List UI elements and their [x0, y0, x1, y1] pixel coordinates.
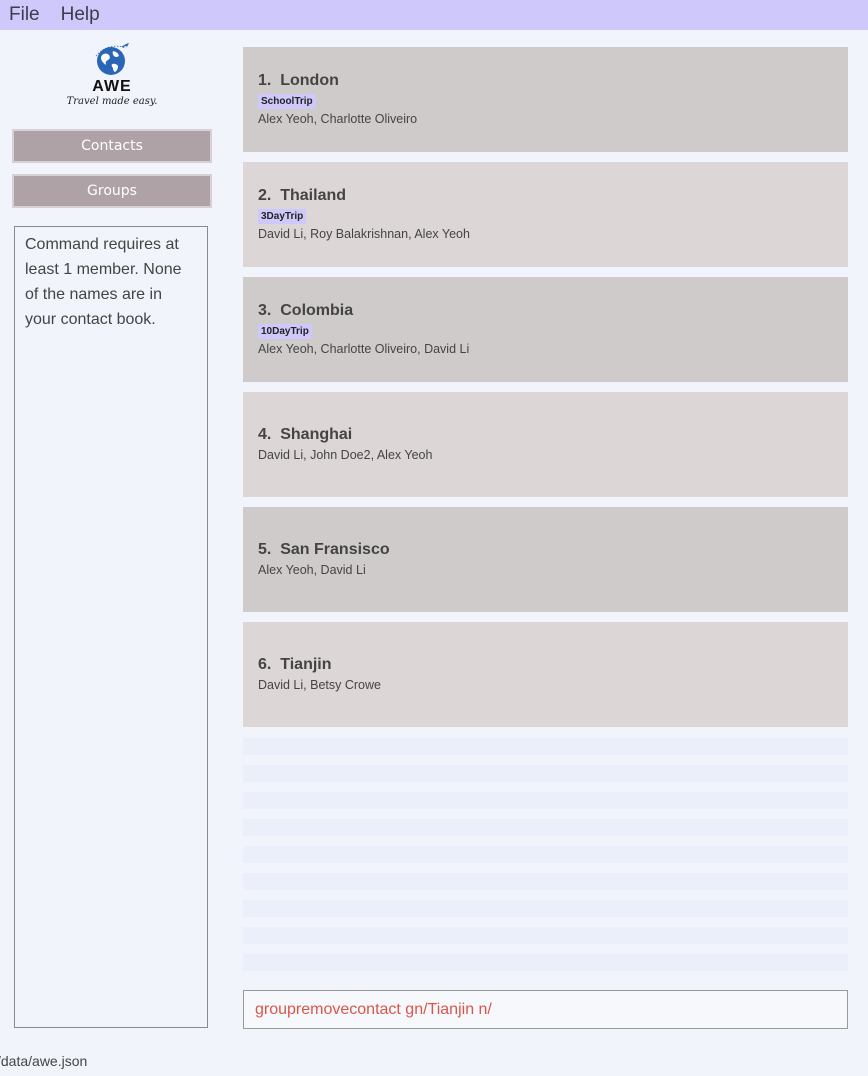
empty-list-row: [243, 792, 848, 809]
empty-list-row: [243, 900, 848, 917]
sidebar: AWE Travel made easy. Contacts Groups Co…: [0, 30, 230, 1046]
contacts-button[interactable]: Contacts: [12, 129, 212, 163]
group-tag: 3DayTrip: [258, 209, 307, 224]
empty-list-row: [243, 738, 848, 755]
save-location: /data/awe.json: [0, 1053, 88, 1069]
globe-airplane-icon: [95, 43, 129, 75]
group-card[interactable]: 3. Colombia 10DayTrip Alex Yeoh, Charlot…: [243, 277, 848, 382]
group-tag: 10DayTrip: [258, 324, 312, 339]
menu-help[interactable]: Help: [61, 1, 100, 29]
menu-file[interactable]: File: [9, 1, 40, 29]
empty-list-row: [243, 954, 848, 971]
menu-bar: File Help: [0, 0, 868, 30]
group-title: 1. London: [258, 72, 339, 89]
group-card[interactable]: 1. London SchoolTrip Alex Yeoh, Charlott…: [243, 47, 848, 152]
status-bar: /data/awe.json: [0, 1046, 868, 1076]
empty-list-row: [243, 819, 848, 836]
group-title: 3. Colombia: [258, 302, 354, 319]
result-display: Command requires at least 1 member. None…: [14, 226, 208, 1028]
empty-list-row: [243, 927, 848, 944]
group-members: Alex Yeoh, Charlotte Oliveiro: [258, 112, 418, 126]
group-card[interactable]: 5. San Fransisco Alex Yeoh, David Li: [243, 507, 848, 612]
group-title: 6. Tianjin: [258, 656, 332, 673]
group-card[interactable]: 2. Thailand 3DayTrip David Li, Roy Balak…: [243, 162, 848, 267]
groups-button[interactable]: Groups: [12, 174, 212, 208]
empty-list-row: [243, 846, 848, 863]
command-input[interactable]: groupremovecontact gn/Tianjin n/: [243, 990, 848, 1029]
group-card[interactable]: 4. Shanghai David Li, John Doe2, Alex Ye…: [243, 392, 848, 497]
group-tag: SchoolTrip: [258, 94, 316, 109]
group-members: Alex Yeoh, Charlotte Oliveiro, David Li: [258, 342, 470, 356]
group-members: David Li, Betsy Crowe: [258, 678, 381, 692]
app-logo: AWE Travel made easy.: [62, 42, 162, 120]
group-card[interactable]: 6. Tianjin David Li, Betsy Crowe: [243, 622, 848, 727]
group-members: Alex Yeoh, David Li: [258, 563, 366, 577]
group-members: David Li, John Doe2, Alex Yeoh: [258, 448, 433, 462]
empty-list-row: [243, 765, 848, 782]
group-members: David Li, Roy Balakrishnan, Alex Yeoh: [258, 227, 470, 241]
empty-list-row: [243, 873, 848, 890]
logo-tagline: Travel made easy.: [66, 96, 158, 107]
group-title: 5. San Fransisco: [258, 541, 390, 558]
group-title: 2. Thailand: [258, 187, 347, 204]
group-title: 4. Shanghai: [258, 426, 353, 443]
logo-name: AWE: [92, 78, 132, 95]
